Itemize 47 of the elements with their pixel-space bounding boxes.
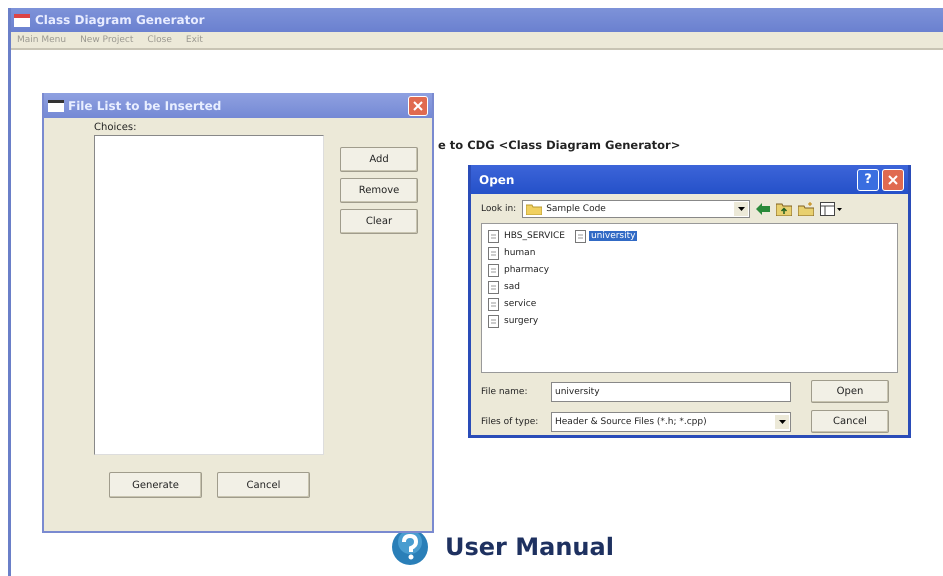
file-type-dropdown[interactable]: Header & Source Files (*.h; *.cpp) — [551, 412, 791, 432]
file-item[interactable]: pharmacy — [488, 262, 567, 278]
new-folder-icon[interactable] — [798, 202, 814, 216]
dialog-button[interactable]: Generate — [109, 472, 202, 498]
file-icon — [488, 314, 499, 328]
file-name-label: File name: — [481, 386, 528, 396]
cancel-button[interactable]: Cancel — [811, 410, 889, 433]
back-icon[interactable] — [756, 203, 770, 215]
file-item[interactable]: service — [488, 296, 567, 312]
file-icon — [488, 264, 499, 276]
close-button[interactable] — [408, 96, 428, 116]
close-icon — [413, 100, 423, 110]
window-icon — [14, 14, 30, 26]
look-in-dropdown[interactable]: Sample Code — [522, 200, 750, 218]
dialog-button[interactable]: Add — [340, 147, 418, 172]
welcome-heading: e to CDG <Class Diagram Generator> — [438, 138, 680, 152]
file-item[interactable]: HBS_SERVICE — [488, 228, 567, 244]
view-menu-icon[interactable] — [820, 202, 842, 216]
close-icon — [888, 174, 898, 184]
file-name-field[interactable]: university — [551, 382, 791, 402]
dialog-title: Open — [479, 172, 516, 186]
file-icon — [488, 298, 499, 310]
dialog-title: File List to be Inserted — [68, 98, 222, 112]
help-button[interactable]: ? — [857, 168, 879, 190]
file-item[interactable]: human — [488, 245, 567, 261]
file-type-label: Files of type: — [481, 416, 540, 426]
file-icon — [574, 230, 586, 242]
dialog-button[interactable]: Clear — [340, 209, 418, 234]
file-icon — [488, 280, 499, 294]
window-icon — [48, 100, 64, 112]
folder-up-icon[interactable] — [776, 202, 792, 216]
file-item[interactable]: university — [574, 228, 638, 244]
file-item[interactable]: surgery — [488, 313, 567, 329]
caret-icon — [778, 420, 786, 424]
file-icon — [488, 230, 499, 242]
open-button[interactable]: Open — [811, 380, 889, 403]
file-item[interactable]: sad — [488, 279, 567, 295]
dialog-button[interactable]: Remove — [340, 178, 418, 203]
folder-icon — [526, 203, 542, 215]
window-title: Class Diagram Generator — [35, 13, 205, 27]
file-icon — [488, 246, 499, 260]
dialog-button[interactable]: Cancel — [217, 472, 310, 498]
close-button[interactable] — [882, 168, 904, 190]
look-in-label: Look in: — [481, 204, 516, 214]
caret-icon — [738, 207, 745, 211]
choices-label: Choices: — [94, 122, 138, 133]
user-manual-link[interactable]: User Manual — [445, 533, 614, 561]
